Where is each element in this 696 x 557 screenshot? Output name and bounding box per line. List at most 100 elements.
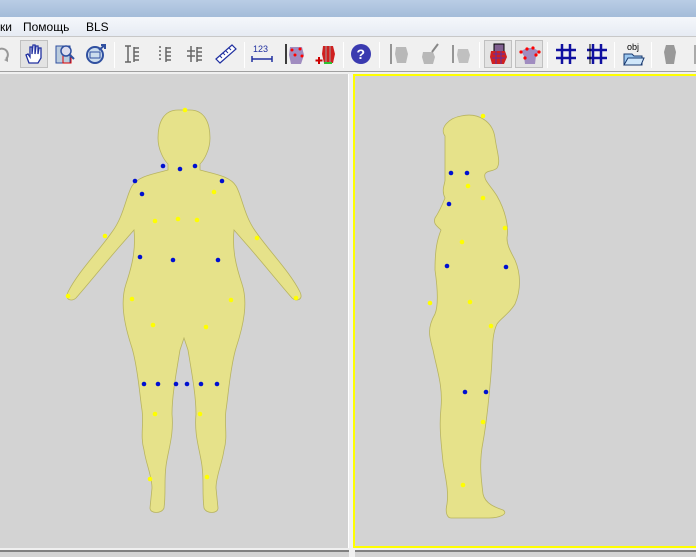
measure-vertical-button[interactable] [117,40,145,68]
landmark-point[interactable] [177,166,183,172]
landmark-point[interactable] [480,419,486,425]
dimension-label: 123 [253,44,268,54]
menu-item-bls[interactable]: BLS [86,20,109,34]
landmark-point[interactable] [139,191,145,197]
mannequin-edit-button[interactable] [416,40,444,68]
landmark-point[interactable] [462,389,468,395]
landmark-point[interactable] [254,235,260,241]
landmark-point[interactable] [65,293,71,299]
landmark-point[interactable] [147,476,153,482]
dimension-button[interactable]: 123 [248,40,276,68]
dimension-icon: 123 [251,44,273,62]
landmark-point[interactable] [203,324,209,330]
landmark-point[interactable] [198,381,204,387]
mannequin-sections-icon [490,43,507,64]
landmark-point[interactable] [194,217,200,223]
mannequin-gray-button[interactable] [656,40,684,68]
landmark-point[interactable] [211,189,217,195]
grid-vertical-button[interactable] [583,40,611,68]
landmark-point[interactable] [155,381,161,387]
landmarks-button[interactable] [515,40,543,68]
mannequin-gray-button-2[interactable] [684,40,696,68]
landmark-point[interactable] [204,474,210,480]
toolbar-separator [343,42,344,68]
body-height-button[interactable] [280,40,308,68]
landmark-point[interactable] [129,296,135,302]
landmark-point[interactable] [152,218,158,224]
zoom-fit-icon [86,44,106,64]
landmark-point[interactable] [459,239,465,245]
grid-icon [556,44,576,64]
landmark-point[interactable] [444,263,450,269]
mannequin-sections-button[interactable] [484,40,512,68]
hand-icon [25,44,42,64]
landmark-point[interactable] [465,183,471,189]
landmark-point[interactable] [184,381,190,387]
landmark-point[interactable] [192,163,198,169]
landmark-point[interactable] [427,300,433,306]
landmark-point[interactable] [219,178,225,184]
landmark-point[interactable] [137,254,143,260]
landmark-point[interactable] [483,389,489,395]
zoom-fit-button[interactable] [82,40,110,68]
landmark-point[interactable] [132,178,138,184]
landmark-point[interactable] [150,322,156,328]
vertical-split-measure-icon [187,46,202,62]
landmark-point[interactable] [197,411,203,417]
measure-vertical-split-button[interactable] [180,40,208,68]
front-view-viewport[interactable] [0,74,349,548]
landmark-point[interactable] [102,233,108,239]
menu-bar: ки Помощь BLS [0,17,696,37]
landmark-point[interactable] [214,381,220,387]
landmark-point[interactable] [448,170,454,176]
landmark-point[interactable] [460,482,466,488]
landmark-point[interactable] [480,195,486,201]
vertical-measure-icon [125,45,139,63]
landmark-point[interactable] [160,163,166,169]
landmark-point[interactable] [446,201,452,207]
add-mannequin-button[interactable] [312,40,340,68]
landmark-point[interactable] [502,225,508,231]
side-body-model [427,113,520,519]
open-obj-button[interactable]: obj [620,40,648,68]
toolbar-separator [547,42,548,68]
zoom-window-button[interactable] [51,40,79,68]
toolbar-separator [379,42,380,68]
toolbar-separator [479,42,480,68]
ruler-icon [215,44,237,64]
mannequin-vertical-button[interactable] [447,40,475,68]
side-view-viewport[interactable] [353,74,696,548]
mannequin-height-button[interactable] [385,40,413,68]
landmark-point[interactable] [464,170,470,176]
landmark-point[interactable] [152,411,158,417]
toolbar-separator [614,42,615,68]
pan-button[interactable] [20,40,48,68]
help-icon: ? [351,44,371,64]
grid-button[interactable] [552,40,580,68]
landmark-point[interactable] [175,216,181,222]
bottom-right-viewport [355,550,696,557]
rotate-button[interactable] [0,40,16,68]
mannequin-gray-icon [664,45,676,64]
menu-item-tools[interactable]: ки [0,20,12,34]
menu-item-help[interactable]: Помощь [23,20,69,34]
landmark-point[interactable] [467,299,473,305]
landmark-point[interactable] [228,297,234,303]
landmark-point[interactable] [293,295,299,301]
bottom-left-viewport [0,550,349,557]
landmark-point[interactable] [182,107,188,113]
measure-vertical-dotted-button[interactable] [149,40,177,68]
mannequin-height-icon [390,44,408,64]
landmark-point[interactable] [488,323,494,329]
landmark-point[interactable] [215,257,221,263]
toolbar-separator [244,42,245,68]
obj-label: obj [627,42,639,52]
landmark-point[interactable] [173,381,179,387]
landmark-point[interactable] [170,257,176,263]
mannequin-icon [694,45,696,64]
help-button[interactable]: ? [347,40,375,68]
landmark-point[interactable] [141,381,147,387]
ruler-button[interactable] [212,40,240,68]
landmark-point[interactable] [503,264,509,270]
landmark-point[interactable] [480,113,486,119]
